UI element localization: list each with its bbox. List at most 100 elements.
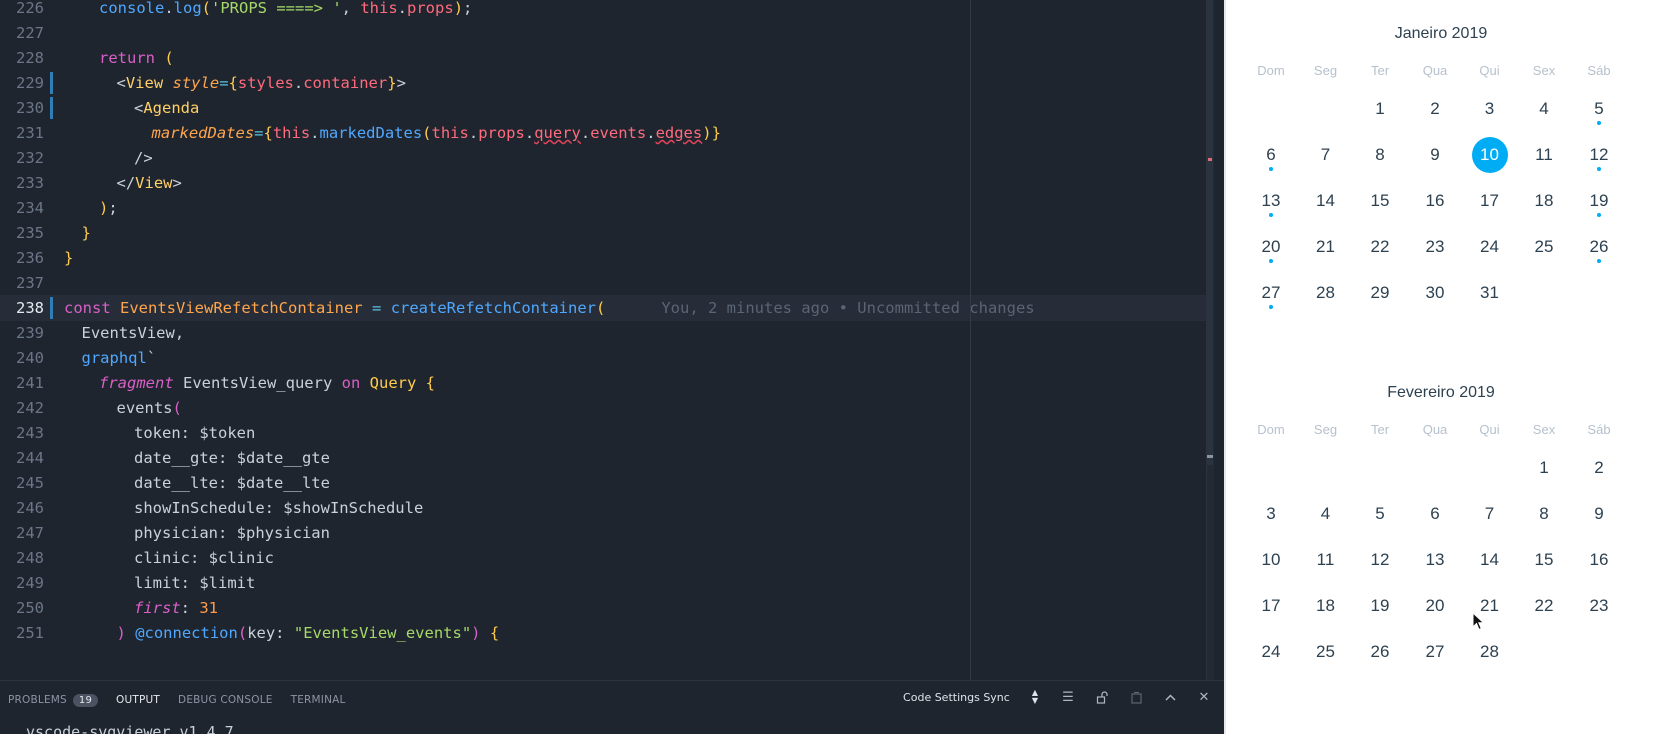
day-cell[interactable]: 27 [1417, 634, 1453, 670]
day-cell[interactable]: 6 [1417, 496, 1453, 532]
day-cell[interactable]: 2 [1581, 450, 1617, 486]
tab-output[interactable]: OUTPUT [116, 694, 160, 706]
day-cell[interactable]: 16 [1581, 542, 1617, 578]
code-line[interactable]: 249 limit: $limit [0, 570, 1212, 596]
calendar-agenda[interactable]: Janeiro 2019 Dom Seg Ter Qua Qui Sex Sáb 1 2 3 4 5 6 7… [1226, 0, 1656, 734]
day-cell[interactable]: 3 [1253, 496, 1289, 532]
day-cell[interactable]: 28 [1308, 275, 1344, 311]
day-cell[interactable]: 25 [1308, 634, 1344, 670]
code-line[interactable]: 232 /> [0, 145, 1212, 171]
weekday-label: Dom [1257, 422, 1285, 437]
output-channel-select[interactable]: Code Settings Sync ▲ ▼ [899, 687, 1042, 707]
maximize-panel-icon[interactable] [1162, 689, 1178, 705]
day-cell[interactable]: 8 [1362, 137, 1398, 173]
code-line[interactable]: 239 EventsView, [0, 320, 1212, 346]
day-cell[interactable]: 14 [1472, 542, 1508, 578]
tab-label: OUTPUT [116, 694, 161, 706]
code-line[interactable]: 247 physician: $physician [0, 520, 1212, 546]
day-cell[interactable]: 23 [1581, 588, 1617, 624]
code-line[interactable]: 228 return ( [0, 45, 1212, 71]
day-cell[interactable]: 19 [1362, 588, 1398, 624]
code-line[interactable]: 236} [0, 245, 1212, 271]
day-cell[interactable]: 7 [1308, 137, 1344, 173]
day-cell[interactable]: 29 [1362, 275, 1398, 311]
event-marker-dot [1269, 167, 1273, 171]
day-cell[interactable]: 4 [1308, 496, 1344, 532]
line-number: 249 [16, 574, 44, 592]
code-line[interactable]: 233 </View> [0, 170, 1212, 196]
git-modified-marker [50, 297, 53, 319]
day-cell[interactable]: 11 [1526, 137, 1562, 173]
code-line[interactable]: 235} [0, 220, 1212, 246]
day-cell[interactable]: 13 [1417, 542, 1453, 578]
day-cell[interactable]: 15 [1362, 183, 1398, 219]
close-panel-icon[interactable]: ✕ [1196, 689, 1212, 705]
day-cell[interactable]: 25 [1526, 229, 1562, 265]
code-editor[interactable]: 226 console.log('PROPS ====> ', this.prop… [0, 0, 1224, 734]
tab-terminal[interactable]: TERMINAL [291, 694, 346, 706]
day-cell[interactable]: 23 [1417, 229, 1453, 265]
day-cell[interactable]: 18 [1526, 183, 1562, 219]
clear-output-icon[interactable]: ☰ [1060, 689, 1076, 705]
day-cell[interactable]: 11 [1308, 542, 1344, 578]
day-cell[interactable]: 26 [1362, 634, 1398, 670]
day-cell[interactable]: 12 [1362, 542, 1398, 578]
day-cell[interactable]: 10 [1253, 542, 1289, 578]
code-line[interactable]: 240 graphql` [0, 345, 1212, 371]
day-cell[interactable]: 16 [1417, 183, 1453, 219]
day-cell[interactable]: 20 [1417, 588, 1453, 624]
code-area[interactable]: 226 console.log('PROPS ====> ', this.prop… [0, 0, 1224, 680]
day-cell[interactable]: 15 [1526, 542, 1562, 578]
day-cell[interactable]: 9 [1581, 496, 1617, 532]
editor-scroll-thumb[interactable] [1207, 0, 1213, 465]
code-line[interactable]: 229 <View style={styles.container}> [0, 70, 1212, 96]
day-cell[interactable]: 1 [1526, 450, 1562, 486]
code-line[interactable]: 238 const EventsViewRefetchContainer = cr… [0, 295, 1212, 322]
code-line[interactable]: 234); [0, 195, 1212, 221]
day-cell[interactable]: 24 [1472, 229, 1508, 265]
line-number: 247 [16, 524, 44, 542]
code-line[interactable]: 244 date__gte: $date__gte [0, 445, 1212, 471]
scrollbar-error-marker [1208, 158, 1212, 161]
code-line[interactable]: 250 first: 31 [0, 595, 1212, 621]
code-line[interactable]: 243 token: $token [0, 420, 1212, 446]
day-cell[interactable]: 3 [1472, 91, 1508, 127]
code-line[interactable]: 241 fragment EventsView_query on Query { [0, 370, 1212, 396]
tab-problems[interactable]: PROBLEMS 19 [8, 693, 99, 707]
day-cell[interactable]: 17 [1253, 588, 1289, 624]
code-line[interactable]: 246 showInSchedule: $showInSchedule [0, 495, 1212, 521]
day-cell[interactable]: 22 [1526, 588, 1562, 624]
day-cell[interactable]: 28 [1472, 634, 1508, 670]
code-line[interactable]: 227 [0, 20, 1212, 46]
open-in-editor-icon[interactable] [1128, 689, 1144, 705]
day-cell[interactable]: 4 [1526, 91, 1562, 127]
code-line[interactable]: 231 markedDates={this.markedDates(this.pr… [0, 120, 1212, 146]
code-line[interactable]: 245 date__lte: $date__lte [0, 470, 1212, 496]
day-cell[interactable]: 7 [1472, 496, 1508, 532]
line-number: 241 [16, 374, 44, 392]
day-cell[interactable]: 18 [1308, 588, 1344, 624]
code-line[interactable]: 242 events( [0, 395, 1212, 421]
day-cell[interactable]: 2 [1417, 91, 1453, 127]
day-cell[interactable]: 30 [1417, 275, 1453, 311]
day-cell[interactable]: 17 [1472, 183, 1508, 219]
code-line[interactable]: 230 <Agenda [0, 95, 1212, 121]
code-line[interactable]: 237 [0, 270, 1212, 296]
day-cell[interactable]: 24 [1253, 634, 1289, 670]
day-cell-selected[interactable]: 10 [1471, 137, 1508, 173]
day-cell[interactable]: 1 [1362, 91, 1398, 127]
code-line[interactable]: 248 clinic: $clinic [0, 545, 1212, 571]
day-cell[interactable]: 31 [1472, 275, 1508, 311]
code-text: date__lte: $date__lte [134, 474, 330, 492]
code-line[interactable]: 251) @connection(key: "EventsView_events… [0, 620, 1212, 646]
code-text: /> [134, 149, 153, 167]
code-line[interactable]: 226 console.log('PROPS ====> ', this.prop… [0, 0, 1212, 21]
day-cell[interactable]: 5 [1362, 496, 1398, 532]
day-cell[interactable]: 14 [1308, 183, 1344, 219]
day-cell[interactable]: 21 [1308, 229, 1344, 265]
day-cell[interactable]: 22 [1362, 229, 1398, 265]
day-cell[interactable]: 9 [1417, 137, 1453, 173]
lock-scroll-icon[interactable] [1094, 689, 1110, 705]
day-cell[interactable]: 8 [1526, 496, 1562, 532]
tab-debug-console[interactable]: DEBUG CONSOLE [178, 694, 273, 706]
